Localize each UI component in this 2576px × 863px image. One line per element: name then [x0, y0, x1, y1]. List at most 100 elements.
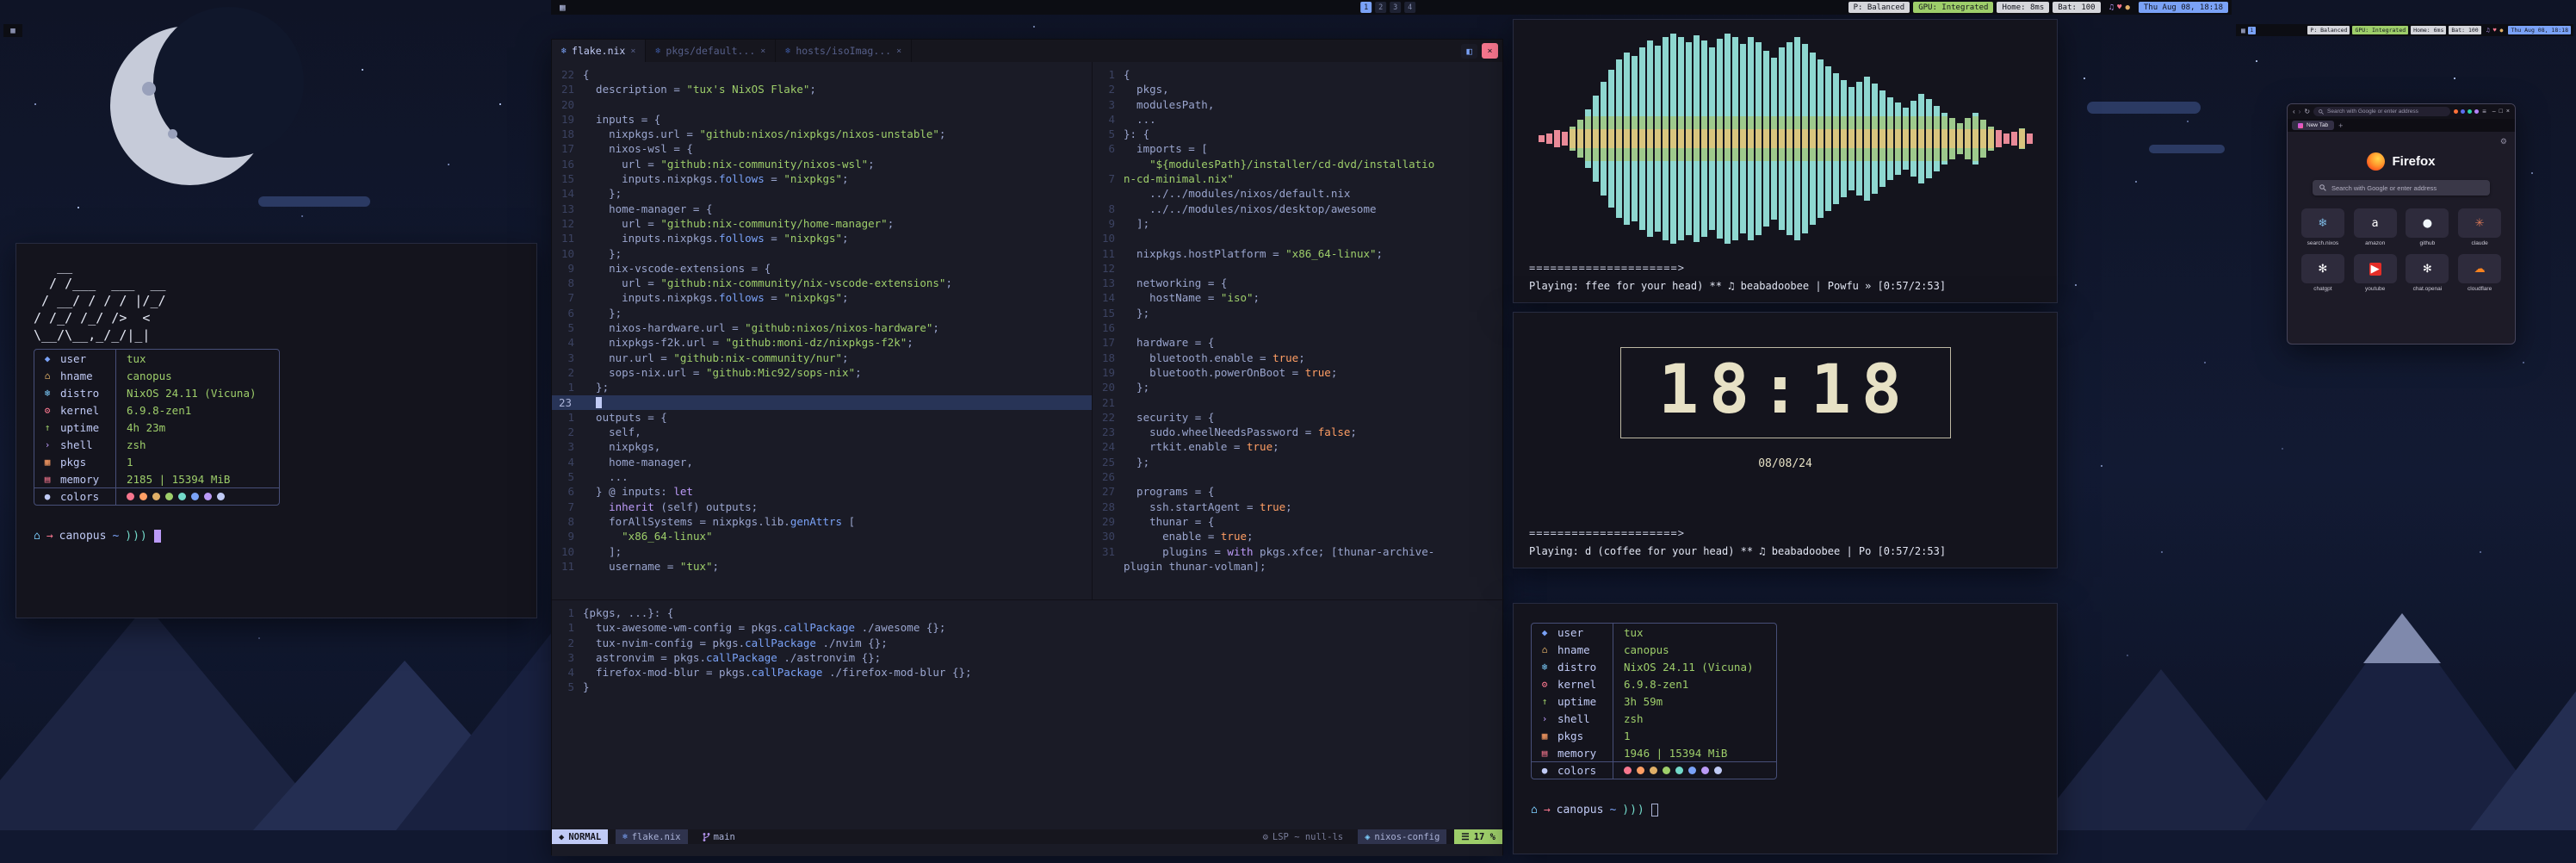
shell-prompt[interactable]: ⌂ → canopus ~ ))): [1531, 804, 2040, 816]
back-button[interactable]: ‹: [2293, 108, 2295, 115]
clock-chip[interactable]: Thu Aug 08, 18:18: [2139, 2, 2228, 13]
fetch-row: ⚙ kernel 6.9.8-zen1: [34, 401, 279, 419]
tray-icon[interactable]: ♥: [2117, 3, 2121, 12]
newtab-search-input[interactable]: Search with Google or enter address: [2313, 180, 2490, 196]
fetch-row: › shell zsh: [34, 436, 279, 453]
left-monitor-menu-icon[interactable]: ▦: [3, 24, 22, 37]
cava-bar: [1562, 132, 1568, 146]
browser-tab[interactable]: New Tab: [2292, 121, 2334, 130]
shortcut-tile[interactable]: ▶ youtube: [2352, 254, 2399, 292]
shortcut-tile[interactable]: ● github: [2405, 208, 2451, 246]
cloud: [2149, 145, 2225, 153]
fetch-row-label: uptime: [60, 421, 115, 434]
clock-time: 18:18: [1621, 357, 1950, 424]
code-line: 22 {: [552, 67, 1092, 82]
close-button[interactable]: ×: [2506, 109, 2510, 115]
editor-tab[interactable]: ❄ flake.nix ×: [552, 40, 646, 62]
clock-terminal[interactable]: 18:18 08/08/24 =====================> Pl…: [1513, 312, 2058, 568]
terminal-window-left[interactable]: __ / /___ ___ __ / __/ / / / |/_// /_/ /…: [15, 243, 537, 618]
editor-tab[interactable]: ❄ hosts/isoImag... ×: [776, 40, 912, 62]
editor-pane-iso[interactable]: 1 { 2 pkgs, 3 modulesPath, 4 ... 5 }: {: [1093, 62, 1504, 599]
track-progress: =====================>: [1529, 262, 1946, 274]
clock-chip[interactable]: Thu Aug 08, 18:18: [2508, 26, 2571, 34]
scroll-percent: 17 %: [1474, 832, 1495, 842]
reload-button[interactable]: ↻: [2304, 108, 2310, 115]
maximize-button[interactable]: □: [2499, 109, 2503, 115]
workspace-button[interactable]: 4: [1404, 2, 1415, 13]
personalize-gear-icon[interactable]: ⚙: [2500, 137, 2507, 146]
new-tab-button[interactable]: +: [2338, 121, 2343, 130]
shortcut-grid: ❄ search.nixos a amazon ● github: [2300, 208, 2503, 292]
minimize-button[interactable]: –: [2492, 109, 2496, 115]
prompt-chevrons: ))): [1622, 804, 1644, 816]
prompt-path: ~: [112, 530, 119, 543]
extension-icon[interactable]: [2468, 109, 2472, 114]
url-bar[interactable]: Search with Google or enter address: [2313, 107, 2450, 116]
tab-close-icon[interactable]: ×: [630, 47, 635, 56]
cava-bar: [1639, 47, 1645, 230]
tray-icon[interactable]: ♥: [2493, 27, 2497, 34]
line-number: 13: [552, 202, 583, 216]
power-profile-chip: P: Balanced: [1848, 2, 1910, 13]
menu-icon[interactable]: ≡: [2482, 108, 2486, 115]
workspace-button[interactable]: 1: [2248, 27, 2256, 34]
shortcut-tile[interactable]: ✻ chatgpt: [2300, 254, 2346, 292]
current-file-chip: ❄ flake.nix: [616, 829, 687, 844]
extension-icon[interactable]: [2454, 109, 2458, 114]
tray-icon[interactable]: ●: [2500, 27, 2504, 34]
tray-icon[interactable]: ♫: [2109, 3, 2114, 12]
workspace-button[interactable]: 1: [1360, 2, 1372, 13]
line-number: 5: [1093, 127, 1124, 141]
neovim-window[interactable]: ❄ flake.nix × ❄ pkgs/default... × ❄ host…: [551, 39, 1503, 855]
code-line: 30 enable = true;: [1093, 529, 1504, 543]
code-line: 18 bluetooth.enable = true;: [1093, 351, 1504, 365]
shortcut-label: cloudflare: [2456, 286, 2503, 292]
fetch-row-label: pkgs: [1557, 730, 1613, 742]
tab-close-icon[interactable]: ×: [760, 47, 765, 56]
battery-chip: Bat: 100: [2053, 2, 2100, 13]
extension-icon[interactable]: [2474, 109, 2479, 114]
editor-pane-overlays[interactable]: 1 {pkgs, ...}: { 1 tux-awesome-wm-config…: [552, 599, 1504, 829]
shortcut-tile[interactable]: ☁ cloudflare: [2456, 254, 2503, 292]
shortcut-icon-box: ❄: [2301, 208, 2344, 238]
app-launcher-icon[interactable]: ▦: [554, 2, 571, 13]
shortcut-tile[interactable]: ❄ search.nixos: [2300, 208, 2346, 246]
workspace-button[interactable]: 2: [1375, 2, 1386, 13]
workspace-button[interactable]: 3: [1390, 2, 1401, 13]
shortcut-tile[interactable]: ✻ chat.openai: [2405, 254, 2451, 292]
shortcut-tile[interactable]: a amazon: [2352, 208, 2399, 246]
code-line: 5 }: {: [1093, 127, 1504, 141]
close-buffer-button[interactable]: ×: [1482, 43, 1498, 59]
mode-indicator: ◆ NORMAL: [552, 829, 608, 844]
forward-button[interactable]: ›: [2299, 108, 2301, 115]
color-dot: [217, 493, 225, 500]
extension-icon[interactable]: [2461, 109, 2465, 114]
tab-close-icon[interactable]: ×: [896, 47, 901, 56]
buffer-toggle-icon[interactable]: ◧: [1461, 44, 1477, 59]
cursor-block: [1651, 804, 1658, 816]
line-text: forAllSystems = nixpkgs.lib.genAttrs [: [583, 514, 855, 529]
cava-bar: [1601, 82, 1607, 196]
shortcut-tile[interactable]: ✳ claude: [2456, 208, 2503, 246]
code-line: 25 };: [1093, 455, 1504, 469]
line-number: 9: [1093, 216, 1124, 231]
shell-prompt[interactable]: ⌂ → canopus ~ ))): [34, 530, 519, 543]
line-text: self,: [583, 425, 641, 439]
line-text: rtkit.enable = true;: [1124, 439, 1279, 454]
command-line[interactable]: [552, 844, 1502, 856]
fetch-row-value: zsh: [115, 436, 279, 453]
app-launcher-icon[interactable]: ▦: [2239, 27, 2248, 34]
editor-pane-flake[interactable]: 22 { 21 description = "tux's NixOS Flake…: [552, 62, 1093, 599]
code-line: 10: [1093, 231, 1504, 245]
tray-icon[interactable]: ●: [2125, 3, 2129, 12]
tray-icon[interactable]: ♫: [2486, 27, 2490, 34]
cava-bar: [2019, 128, 2025, 149]
cava-terminal[interactable]: =====================> Playing: ffee for…: [1513, 19, 2058, 303]
editor-tab[interactable]: ❄ pkgs/default... ×: [646, 40, 776, 62]
firefox-window[interactable]: ‹ › ↻ Search with Google or enter addres…: [2287, 103, 2516, 345]
code-line: 29 thunar = {: [1093, 514, 1504, 529]
fetch-row-label: distro: [60, 387, 115, 400]
terminal-window-right[interactable]: ◆ user tux ⌂ hname canopus ❄ distro NixO…: [1513, 603, 2058, 854]
line-number: 2: [552, 365, 583, 380]
line-number: 2: [552, 636, 583, 650]
